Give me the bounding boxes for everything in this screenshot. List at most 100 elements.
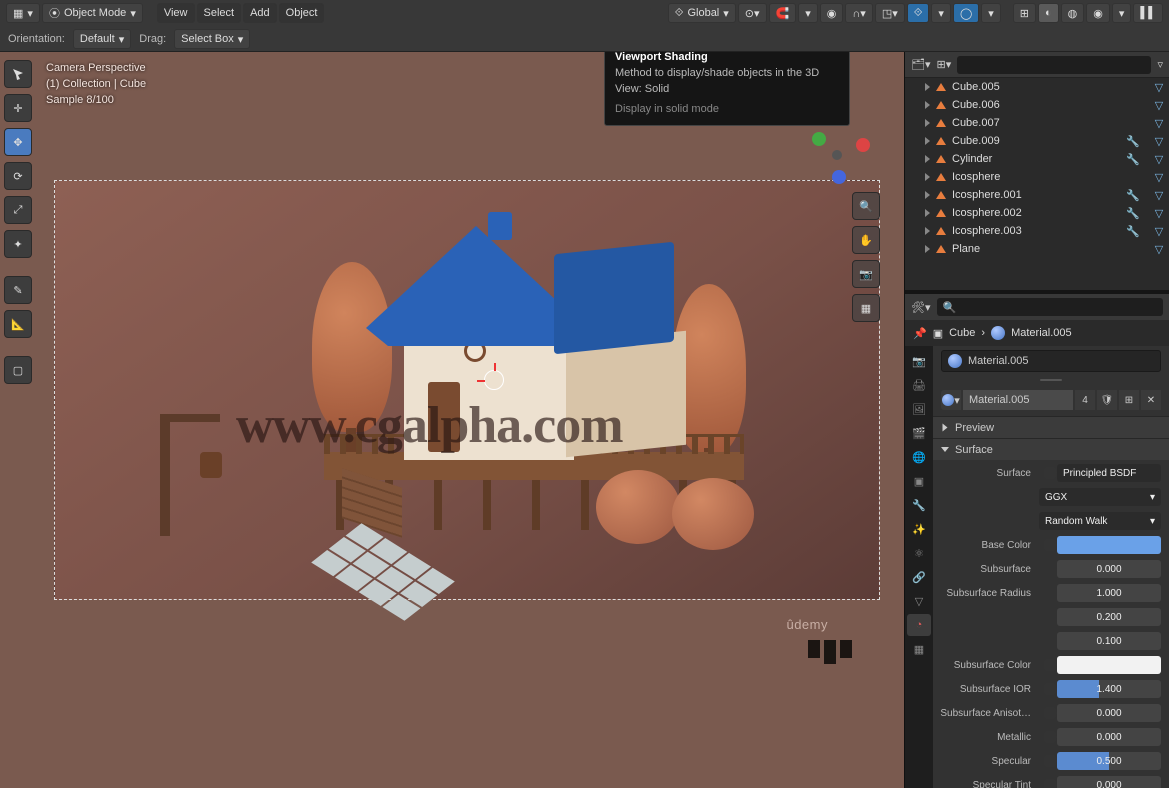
overlay-dropdown[interactable]: ▾ [931, 3, 951, 23]
properties-editor-icon[interactable]: 🛠▾ [911, 301, 931, 314]
gizmo-toggle[interactable]: ◳▾ [875, 3, 905, 23]
data-tab[interactable]: ▽ [907, 590, 931, 612]
toggle-perspective-icon[interactable]: ▦ [852, 294, 880, 322]
color-field[interactable] [1057, 656, 1161, 674]
pause-render[interactable]: ▌▌ [1133, 3, 1163, 23]
transform-tool[interactable]: ✦ [4, 230, 32, 258]
node-socket-icon[interactable] [1043, 658, 1057, 672]
outliner-row[interactable]: Icosphere.001 🔧 ▽ [905, 186, 1169, 204]
number-field[interactable]: 0.000 [1057, 728, 1161, 746]
filter-icon[interactable]: ▿ [1157, 58, 1163, 71]
proportional-falloff[interactable]: ∩▾ [845, 3, 872, 23]
breadcrumb-object[interactable]: Cube [949, 327, 975, 339]
disclosure-icon[interactable] [925, 245, 930, 253]
texture-tab[interactable]: ▦ [907, 638, 931, 660]
nav-gizmo[interactable] [804, 122, 874, 192]
disclosure-icon[interactable] [925, 101, 930, 109]
disclosure-icon[interactable] [925, 209, 930, 217]
disclosure-icon[interactable] [925, 137, 930, 145]
node-socket-icon[interactable] [1043, 706, 1057, 720]
shader-select[interactable]: Principled BSDF [1057, 464, 1161, 482]
editor-type-menu[interactable]: ▦▾ [6, 3, 40, 23]
disclosure-icon[interactable] [925, 191, 930, 199]
add-cube-tool[interactable]: ▢ [4, 356, 32, 384]
color-field[interactable] [1057, 536, 1161, 554]
pan-icon[interactable]: ✋ [852, 226, 880, 254]
number-field[interactable]: 0.000 [1057, 560, 1161, 578]
object-tab[interactable]: ▣ [907, 470, 931, 492]
outliner-row[interactable]: Cylinder 🔧 ▽ [905, 150, 1169, 168]
particle-tab[interactable]: ✨ [907, 518, 931, 540]
modifier-tab[interactable]: 🔧 [907, 494, 931, 516]
move-tool[interactable]: ✥ [4, 128, 32, 156]
shading-wireframe[interactable]: ⊞ [1013, 3, 1036, 23]
pin-icon[interactable]: 📌 [913, 327, 927, 340]
material-name-input[interactable]: Material.005 [963, 390, 1073, 410]
select-box-tool[interactable] [4, 60, 32, 88]
number-field[interactable]: 0.000 [1057, 776, 1161, 788]
number-field[interactable]: 1.000 [1057, 584, 1161, 602]
3d-viewport[interactable]: ✛ ✥ ⟳ ⤢ ✦ ✎ 📐 ▢ Camera Perspective (1) C… [0, 52, 904, 788]
sss-method-select[interactable]: Random Walk▾ [1039, 512, 1161, 530]
number-field[interactable]: 0.200 [1057, 608, 1161, 626]
number-field[interactable]: 0.100 [1057, 632, 1161, 650]
xray-btn[interactable]: ▾ [981, 3, 1001, 23]
node-socket-icon[interactable] [1043, 466, 1057, 480]
outliner-row[interactable]: Cube.007 ▽ [905, 114, 1169, 132]
node-socket-icon[interactable] [1043, 754, 1057, 768]
number-field[interactable]: 0.500 [1057, 752, 1161, 770]
node-socket-icon[interactable] [1043, 730, 1057, 744]
output-tab[interactable]: 🖨 [907, 374, 931, 396]
outliner-row[interactable]: Cube.006 ▽ [905, 96, 1169, 114]
object-menu[interactable]: Object [279, 3, 325, 23]
disclosure-icon[interactable] [925, 119, 930, 127]
shading-solid[interactable]: ◐ [1038, 3, 1059, 23]
view-menu[interactable]: View [157, 3, 195, 23]
scene-tab[interactable]: 🎬 [907, 422, 931, 444]
slot-list-resize[interactable] [933, 376, 1169, 384]
outliner-row[interactable]: Cube.005 ▽ [905, 78, 1169, 96]
node-socket-icon[interactable] [1043, 682, 1057, 696]
disclosure-icon[interactable] [925, 227, 930, 235]
shading-dropdown[interactable]: ▾ [1112, 3, 1132, 23]
measure-tool[interactable]: 📐 [4, 310, 32, 338]
node-socket-icon[interactable] [1043, 538, 1057, 552]
outliner-editor-icon[interactable]: 🗂▾ [911, 58, 931, 71]
fake-user-icon[interactable]: 🛡 [1097, 390, 1117, 410]
drag-value[interactable]: Select Box ▾ [174, 29, 250, 49]
mode-select[interactable]: ⦿Object Mode ▾ [42, 3, 143, 23]
pivot-point[interactable]: ⊙▾ [738, 3, 767, 23]
surface-panel-header[interactable]: Surface [933, 438, 1169, 460]
material-slot[interactable]: Material.005 [941, 350, 1161, 372]
material-tab[interactable]: ◔ [907, 614, 931, 636]
outliner-search[interactable] [957, 56, 1151, 74]
zoom-icon[interactable]: 🔍 [852, 192, 880, 220]
snap-target[interactable]: ▾ [798, 3, 818, 23]
annotate-tool[interactable]: ✎ [4, 276, 32, 304]
material-users[interactable]: 4 [1075, 390, 1095, 410]
add-menu[interactable]: Add [243, 3, 277, 23]
shading-matprev[interactable]: ◍ [1061, 3, 1085, 23]
new-material-icon[interactable]: ⊞ [1119, 390, 1139, 410]
node-socket-icon[interactable] [1043, 778, 1057, 788]
rotate-tool[interactable]: ⟳ [4, 162, 32, 190]
outliner-row[interactable]: Plane ▽ [905, 240, 1169, 258]
shading-rendered[interactable]: ◉ [1086, 3, 1110, 23]
overlays-btn[interactable]: ◯ [953, 3, 979, 23]
proportional-edit[interactable]: ◉ [820, 3, 844, 23]
overlay-toggle[interactable]: ⟐ [907, 3, 930, 23]
disclosure-icon[interactable] [925, 173, 930, 181]
world-tab[interactable]: 🌐 [907, 446, 931, 468]
outliner-row[interactable]: Icosphere.002 🔧 ▽ [905, 204, 1169, 222]
transform-orientation[interactable]: ⟐Global ▾ [668, 3, 736, 23]
display-mode-icon[interactable]: ⊞▾ [937, 58, 952, 71]
orientation-value[interactable]: Default ▾ [73, 29, 131, 49]
properties-search[interactable]: 🔍 [937, 298, 1164, 316]
cursor-tool[interactable]: ✛ [4, 94, 32, 122]
disclosure-icon[interactable] [925, 83, 930, 91]
constraint-tab[interactable]: 🔗 [907, 566, 931, 588]
distribution-select[interactable]: GGX▾ [1039, 488, 1161, 506]
camera-view-icon[interactable]: 📷 [852, 260, 880, 288]
render-tab[interactable]: 📷 [907, 350, 931, 372]
unlink-material-icon[interactable]: ✕ [1141, 390, 1161, 410]
